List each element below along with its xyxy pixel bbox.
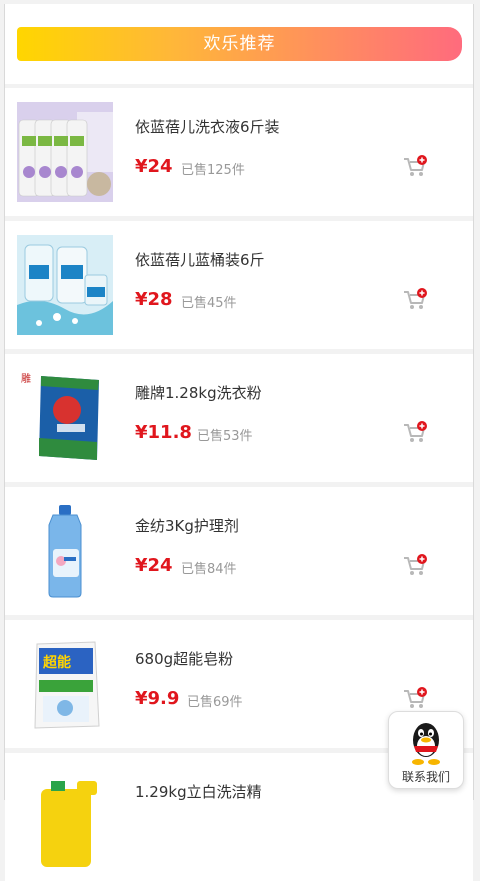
product-price: ¥11.8 bbox=[135, 422, 192, 443]
product-title[interactable]: 680g超能皂粉 bbox=[135, 648, 233, 669]
product-image bbox=[17, 102, 113, 202]
svg-text:雕: 雕 bbox=[21, 372, 31, 385]
product-title[interactable]: 1.29kg立白洗洁精 bbox=[135, 781, 262, 802]
sold-count: 已售69件 bbox=[187, 695, 243, 710]
product-image bbox=[17, 235, 113, 335]
banner-title: 欢乐推荐 bbox=[203, 34, 276, 54]
product-card[interactable]: 依蓝蓓儿蓝桶装6斤 ¥28 已售45件 bbox=[5, 221, 473, 349]
add-to-cart-icon[interactable] bbox=[402, 553, 428, 579]
section-banner: 欢乐推荐 bbox=[17, 27, 462, 61]
sold-count: 已售84件 bbox=[181, 562, 237, 577]
header: 欢乐推荐 bbox=[5, 4, 473, 84]
add-to-cart-icon[interactable] bbox=[402, 420, 428, 446]
sold-count: 已售125件 bbox=[181, 163, 245, 178]
product-image: 超能 bbox=[17, 634, 113, 734]
product-price: ¥28 bbox=[135, 289, 173, 310]
product-title[interactable]: 金纺3Kg护理剂 bbox=[135, 515, 239, 536]
add-to-cart-icon[interactable] bbox=[402, 154, 428, 180]
product-image bbox=[17, 767, 113, 867]
product-image: 雕 bbox=[17, 368, 113, 468]
product-image bbox=[17, 501, 113, 601]
add-to-cart-icon[interactable] bbox=[402, 287, 428, 313]
contact-us-label: 联系我们 bbox=[401, 770, 450, 784]
product-price: ¥9.9 bbox=[135, 688, 180, 709]
product-title[interactable]: 依蓝蓓儿洗衣液6斤装 bbox=[135, 116, 280, 137]
product-title[interactable]: 雕牌1.28kg洗衣粉 bbox=[135, 382, 262, 403]
product-title[interactable]: 依蓝蓓儿蓝桶装6斤 bbox=[135, 249, 265, 270]
sold-count: 已售53件 bbox=[197, 429, 253, 444]
product-card[interactable]: 依蓝蓓儿洗衣液6斤装 ¥24 已售125件 bbox=[5, 88, 473, 216]
sold-count: 已售45件 bbox=[181, 296, 237, 311]
product-card[interactable]: 雕 雕牌1.28kg洗衣粉 ¥11.8 已售53件 bbox=[5, 354, 473, 482]
product-price: ¥24 bbox=[135, 555, 173, 576]
contact-us-button[interactable]: 联系我们 bbox=[388, 711, 464, 789]
product-price: ¥24 bbox=[135, 156, 173, 177]
svg-text:超能: 超能 bbox=[42, 654, 71, 671]
qq-penguin-icon bbox=[412, 723, 440, 765]
page-frame: 欢乐推荐 依蓝蓓儿洗衣液6斤装 ¥24 已售125件 依蓝蓓儿蓝桶装6斤 ¥28… bbox=[4, 4, 474, 881]
product-card[interactable]: 金纺3Kg护理剂 ¥24 已售84件 bbox=[5, 487, 473, 615]
add-to-cart-icon[interactable] bbox=[402, 686, 428, 712]
